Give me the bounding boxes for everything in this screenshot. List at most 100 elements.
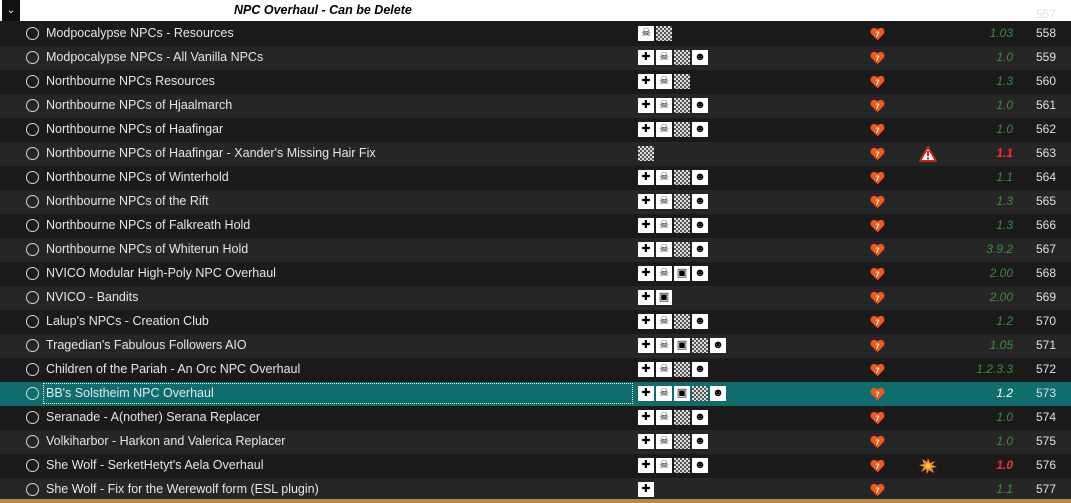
mod-name[interactable]: She Wolf - SerketHetyt's Aela Overhaul	[42, 454, 634, 477]
mod-name[interactable]: She Wolf - Fix for the Werewolf form (ES…	[42, 478, 634, 501]
mod-enable-radio[interactable]	[26, 339, 39, 352]
mod-row[interactable]: Lalup's NPCs - Creation Club ✚ ☠ ☻? 1.2 570	[0, 310, 1071, 334]
endorse-unknown-icon[interactable]: ?	[870, 243, 885, 257]
endorse-unknown-icon[interactable]: ?	[870, 339, 885, 353]
mod-row[interactable]: Northbourne NPCs of Falkreath Hold ✚ ☠ ☻? 1.…	[0, 214, 1071, 238]
svg-text:?: ?	[875, 197, 879, 206]
mod-enable-radio[interactable]	[26, 459, 39, 472]
mod-name[interactable]: Modpocalypse NPCs - All Vanilla NPCs	[42, 46, 634, 69]
skull-horns-icon: ☠	[656, 170, 672, 185]
skull-horns-icon: ☠	[656, 434, 672, 449]
mod-enable-radio[interactable]	[26, 411, 39, 424]
endorse-unknown-icon[interactable]: ?	[870, 363, 885, 377]
mod-enable-radio[interactable]	[26, 147, 39, 160]
mod-row[interactable]: Northbourne NPCs Resources ✚ ☠? 1.3 560	[0, 70, 1071, 94]
mod-enable-radio[interactable]	[26, 123, 39, 136]
skull-horns-icon: ☠	[656, 50, 672, 65]
checker-icon	[674, 314, 690, 329]
mod-row[interactable]: She Wolf - SerketHetyt's Aela Overhaul ✚ ☠…	[0, 454, 1071, 478]
endorse-unknown-icon[interactable]: ?	[870, 387, 885, 401]
endorse-unknown-icon[interactable]: ?	[870, 147, 885, 161]
endorse-unknown-icon[interactable]: ?	[870, 27, 885, 41]
checker-icon	[674, 194, 690, 209]
puzzle-icon: ✚	[638, 290, 654, 305]
mod-name[interactable]: Lalup's NPCs - Creation Club	[42, 310, 634, 333]
mod-priority: 564	[1036, 170, 1057, 184]
mod-priority: 573	[1036, 386, 1057, 400]
mod-row[interactable]: Northbourne NPCs of Whiterun Hold ✚ ☠ ☻? 3.9…	[0, 238, 1071, 262]
mod-name[interactable]: NVICO Modular High-Poly NPC Overhaul	[42, 262, 634, 285]
endorse-unknown-icon[interactable]: ?	[870, 51, 885, 65]
mod-row[interactable]: Modpocalypse NPCs - Resources ☠? 1.03 558	[0, 22, 1071, 46]
mod-enable-radio[interactable]	[26, 291, 39, 304]
mod-row[interactable]: NVICO Modular High-Poly NPC Overhaul ✚ ☠ ▣ ☻…	[0, 262, 1071, 286]
endorse-unknown-icon[interactable]: ?	[870, 291, 885, 305]
conflict-burst-icon[interactable]	[919, 458, 937, 474]
mod-enable-radio[interactable]	[26, 363, 39, 376]
mod-enable-radio[interactable]	[26, 483, 39, 496]
mod-row[interactable]: Volkiharbor - Harkon and Valerica Replac…	[0, 430, 1071, 454]
mod-enable-radio[interactable]	[26, 315, 39, 328]
endorse-unknown-icon[interactable]: ?	[870, 483, 885, 497]
mod-name[interactable]: Northbourne NPCs of Winterhold	[42, 166, 634, 189]
endorse-unknown-icon[interactable]: ?	[870, 435, 885, 449]
svg-text:?: ?	[875, 269, 879, 278]
mod-row[interactable]: Northbourne NPCs of Haafingar ✚ ☠ ☻? 1.0 562	[0, 118, 1071, 142]
warning-triangle-icon[interactable]	[918, 144, 938, 162]
mod-enable-radio[interactable]	[26, 51, 39, 64]
mod-name[interactable]: Northbourne NPCs of Haafingar - Xander's…	[42, 142, 634, 165]
endorse-unknown-icon[interactable]: ?	[870, 171, 885, 185]
skull-bubble-icon: ☻	[692, 410, 708, 425]
mod-row[interactable]: Northbourne NPCs of Hjaalmarch ✚ ☠ ☻? 1.0 561	[0, 94, 1071, 118]
mod-name[interactable]: NVICO - Bandits	[42, 286, 634, 309]
mod-row[interactable]: Modpocalypse NPCs - All Vanilla NPCs ✚ ☠ ☻?…	[0, 46, 1071, 70]
mod-row[interactable]: Seranade - A(nother) Serana Replacer ✚ ☠ ☻?…	[0, 406, 1071, 430]
endorse-unknown-icon[interactable]: ?	[870, 267, 885, 281]
separator-row[interactable]: ⌄ NPC Overhaul - Can be Delete 557	[0, 0, 1071, 21]
puzzle-icon: ✚	[638, 458, 654, 473]
puzzle-icon: ✚	[638, 98, 654, 113]
mod-row[interactable]: Northbourne NPCs of Winterhold ✚ ☠ ☻? 1.1 564	[0, 166, 1071, 190]
collapse-chevron-icon[interactable]: ⌄	[2, 0, 20, 21]
endorse-unknown-icon[interactable]: ?	[870, 195, 885, 209]
endorse-unknown-icon[interactable]: ?	[870, 123, 885, 137]
mod-enable-radio[interactable]	[26, 387, 39, 400]
mod-name[interactable]: Children of the Pariah - An Orc NPC Over…	[42, 358, 634, 381]
mod-enable-radio[interactable]	[26, 99, 39, 112]
mod-enable-radio[interactable]	[26, 27, 39, 40]
mod-enable-radio[interactable]	[26, 219, 39, 232]
mod-row[interactable]: BB's Solstheim NPC Overhaul ✚ ☠ ▣ ☻? 1.2 573	[0, 382, 1071, 406]
puzzle-icon: ✚	[638, 242, 654, 257]
mod-row[interactable]: Northbourne NPCs of the Rift ✚ ☠ ☻? 1.3 565	[0, 190, 1071, 214]
endorse-unknown-icon[interactable]: ?	[870, 99, 885, 113]
mod-row[interactable]: Northbourne NPCs of Haafingar - Xander's…	[0, 142, 1071, 166]
endorse-unknown-icon[interactable]: ?	[870, 315, 885, 329]
skull-horns-icon: ☠	[656, 218, 672, 233]
mod-name[interactable]: Tragedian's Fabulous Followers AIO	[42, 334, 634, 357]
mod-name[interactable]: Northbourne NPCs of Hjaalmarch	[42, 94, 634, 117]
mod-enable-radio[interactable]	[26, 171, 39, 184]
mod-name[interactable]: Northbourne NPCs of Falkreath Hold	[42, 214, 634, 237]
mod-enable-radio[interactable]	[26, 75, 39, 88]
mod-name[interactable]: Northbourne NPCs of Haafingar	[42, 118, 634, 141]
mod-name[interactable]: Modpocalypse NPCs - Resources	[42, 22, 634, 45]
mod-enable-radio[interactable]	[26, 435, 39, 448]
mod-priority: 575	[1036, 434, 1057, 448]
mod-enable-radio[interactable]	[26, 243, 39, 256]
mod-enable-radio[interactable]	[26, 267, 39, 280]
mod-row[interactable]: Children of the Pariah - An Orc NPC Over…	[0, 358, 1071, 382]
mod-name[interactable]: Volkiharbor - Harkon and Valerica Replac…	[42, 430, 634, 453]
mod-name[interactable]: Northbourne NPCs Resources	[42, 70, 634, 93]
svg-text:?: ?	[875, 245, 879, 254]
endorse-unknown-icon[interactable]: ?	[870, 75, 885, 89]
endorse-unknown-icon[interactable]: ?	[870, 411, 885, 425]
mod-enable-radio[interactable]	[26, 195, 39, 208]
mod-name[interactable]: Northbourne NPCs of the Rift	[42, 190, 634, 213]
mod-name[interactable]: Northbourne NPCs of Whiterun Hold	[42, 238, 634, 261]
endorse-unknown-icon[interactable]: ?	[870, 219, 885, 233]
mod-name[interactable]: BB's Solstheim NPC Overhaul	[42, 382, 634, 405]
endorse-unknown-icon[interactable]: ?	[870, 459, 885, 473]
mod-row[interactable]: NVICO - Bandits ✚ ▣? 2.00 569	[0, 286, 1071, 310]
mod-row[interactable]: Tragedian's Fabulous Followers AIO ✚ ☠ ▣ ☻? 1…	[0, 334, 1071, 358]
mod-name[interactable]: Seranade - A(nother) Serana Replacer	[42, 406, 634, 429]
